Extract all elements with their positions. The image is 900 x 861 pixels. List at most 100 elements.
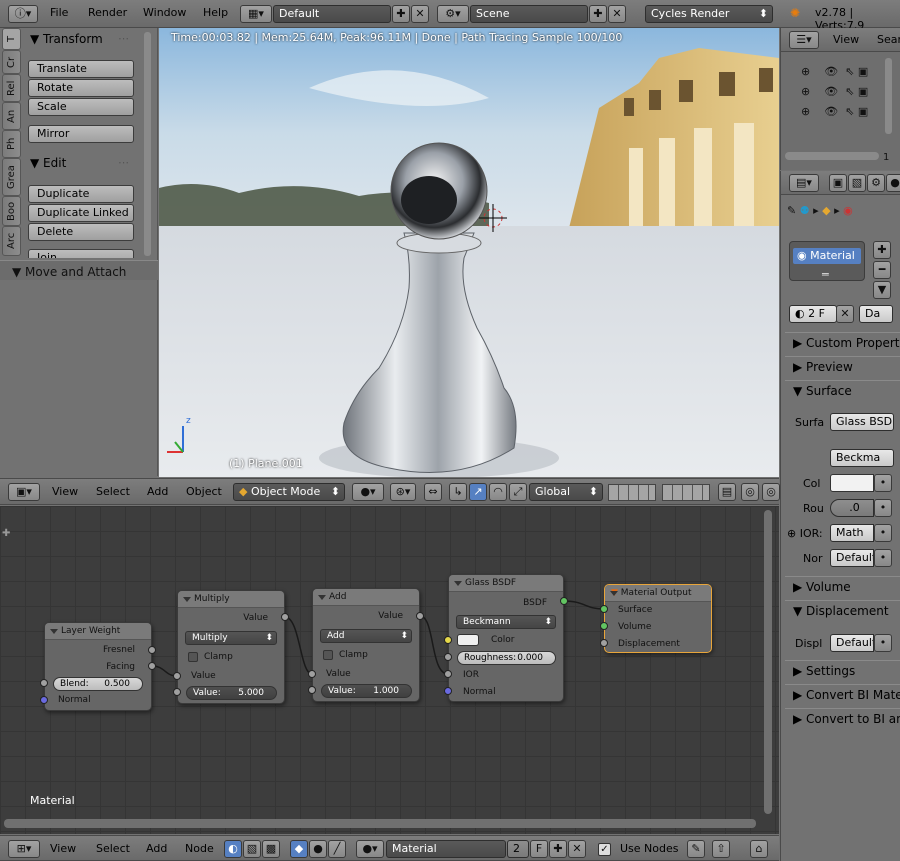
tab-animation[interactable]: An [2,102,21,130]
displacement-header[interactable]: ▼ Displacement [785,600,900,622]
join-button[interactable]: Join [28,249,134,258]
parent-tree-icon[interactable]: ⇧ [712,840,730,858]
socket-multiply-in1[interactable] [173,672,181,680]
scale-manipulator-icon[interactable]: ⤢ [509,483,527,501]
preview-header[interactable]: ▶ Preview [785,356,900,378]
add-clamp-checkbox[interactable] [323,650,333,660]
tab-archimesh[interactable]: Arc [2,226,21,256]
transform-panel-header[interactable]: ▼ Transform [30,32,103,46]
displacement-input-field[interactable]: Default [830,634,874,652]
add-operation-select[interactable]: Add ⬍ [320,629,412,643]
settings-header[interactable]: ▶ Settings [785,660,900,682]
ior-link-icon[interactable]: • [874,524,892,542]
slot-menu-icon[interactable]: ▼ [873,281,891,299]
pin-icon[interactable]: ✎ [687,840,705,858]
editor-type-node-icon[interactable]: ⊞▾ [8,840,40,858]
rotate-button[interactable]: Rotate [28,79,134,97]
socket-facing[interactable] [148,662,156,670]
edit-panel-header[interactable]: ▼ Edit [30,156,66,170]
world-tab-icon[interactable]: ● [886,174,900,192]
tab-relations[interactable]: Rel [2,74,21,102]
node-menu-select[interactable]: Select [96,842,130,855]
shading-icon[interactable]: ●▾ [352,483,384,501]
color-swatch[interactable] [830,474,874,492]
node-glass-bsdf[interactable]: Glass BSDF BSDF Beckmann ⬍ Color Roughnes… [448,574,564,702]
socket-output-surface[interactable] [600,605,608,613]
editor-type-outliner-icon[interactable]: ☰▾ [789,31,819,49]
custom-properties-header[interactable]: ▶ Custom Properties [785,332,900,354]
viewport-menu-select[interactable]: Select [96,485,130,498]
outliner-search-menu[interactable]: Searc [877,33,900,46]
socket-glass-ior[interactable] [444,670,452,678]
data-link-select[interactable]: Da [859,305,893,323]
multiply-value-field[interactable]: Value: 5.000 [186,686,277,700]
material-name-field[interactable]: Material [386,840,506,858]
add-scene-icon[interactable]: ✚ [589,5,607,23]
add-slot-icon[interactable]: ✚ [873,241,891,259]
node-multiply[interactable]: Multiply Value Multiply ⬍ Clamp Value Val… [177,590,285,704]
render-tab-icon[interactable]: ▣ [829,174,847,192]
distribution-field[interactable]: Beckma [830,449,894,467]
tool-shelf-scrollbar[interactable] [144,32,151,256]
blend-field[interactable]: Blend: 0.500 [53,677,143,691]
menu-window[interactable]: Window [143,6,186,19]
glass-distribution-select[interactable]: Beckmann ⬍ [456,615,556,629]
screen-layout-icon[interactable]: ▦▾ [240,5,272,23]
layer-buttons-1[interactable] [608,484,656,501]
menu-file[interactable]: File [50,6,68,19]
viewport-menu-view[interactable]: View [52,485,78,498]
editor-type-properties-icon[interactable]: ▤▾ [789,174,819,192]
socket-glass-roughness[interactable] [444,653,452,661]
socket-multiply-in2[interactable] [173,688,181,696]
outliner-vscroll[interactable] [885,58,892,134]
socket-fresnel[interactable] [148,646,156,654]
node-menu-view[interactable]: View [50,842,76,855]
tab-booltool[interactable]: Boo [2,196,21,226]
viewport-menu-add[interactable]: Add [147,485,168,498]
add-material-icon[interactable]: ✚ [549,840,567,858]
menu-help[interactable]: Help [203,6,228,19]
volume-header[interactable]: ▶ Volume [785,576,900,598]
socket-lw-normal[interactable] [40,696,48,704]
texture-nodes-icon[interactable]: ▩ [262,840,280,858]
node-add[interactable]: Add Value Add ⬍ Clamp Value Value: 1.000 [312,588,420,702]
delete-button[interactable]: Delete [28,223,134,241]
outliner-hscroll[interactable] [785,152,879,160]
add-layout-icon[interactable]: ✚ [392,5,410,23]
glass-color-swatch[interactable] [457,634,479,646]
screen-layout-field[interactable]: Default [273,5,391,23]
shader-nodes-icon[interactable]: ◐ [224,840,242,858]
scale-button[interactable]: Scale [28,98,134,116]
outliner-menu-view[interactable]: View [833,33,859,46]
layer-buttons-2[interactable] [662,484,710,501]
render-layers-tab-icon[interactable]: ▧ [848,174,866,192]
orientation-select[interactable]: Global ⬍ [529,483,603,501]
opengl-render-icon[interactable]: ◎ [762,483,780,501]
node-editor[interactable]: ✚ Material Layer Weight Fresnel Facing B… [0,506,779,834]
translate-manipulator-icon[interactable]: ↗ [469,483,487,501]
outliner-row[interactable]: ⊕ 👁 ⇖ ▣ [801,62,891,82]
tab-create[interactable]: Cr [2,50,21,74]
unlink-material-icon[interactable]: ✕ [836,305,854,323]
socket-add-out[interactable] [416,612,424,620]
material-slot-row[interactable]: ◉ Material [793,248,861,264]
fake-user-button[interactable]: F [530,840,548,858]
ior-input-field[interactable]: Math [830,524,874,542]
snap-icon[interactable]: ⌂ [750,840,768,858]
rotate-manipulator-icon[interactable]: ◠ [489,483,507,501]
convert-to-bi-header[interactable]: ▶ Convert to BI and [785,708,900,730]
socket-glass-color[interactable] [444,636,452,644]
node-layer-weight[interactable]: Layer Weight Fresnel Facing Blend: 0.500 … [44,622,152,711]
normal-input-field[interactable]: Default [830,549,874,567]
line-style-icon[interactable]: ╱ [328,840,346,858]
proportional-icon[interactable]: ⇔ [424,483,442,501]
roughness-field[interactable]: .0 [830,499,874,517]
scene-icon[interactable]: ⚙▾ [437,5,469,23]
mirror-button[interactable]: Mirror [28,125,134,143]
node-menu-add[interactable]: Add [146,842,167,855]
color-link-icon[interactable]: • [874,474,892,492]
surface-header[interactable]: ▼ Surface [785,380,900,402]
remove-slot-icon[interactable]: ━ [873,261,891,279]
socket-blend[interactable] [40,679,48,687]
displacement-link-icon[interactable]: • [874,634,892,652]
